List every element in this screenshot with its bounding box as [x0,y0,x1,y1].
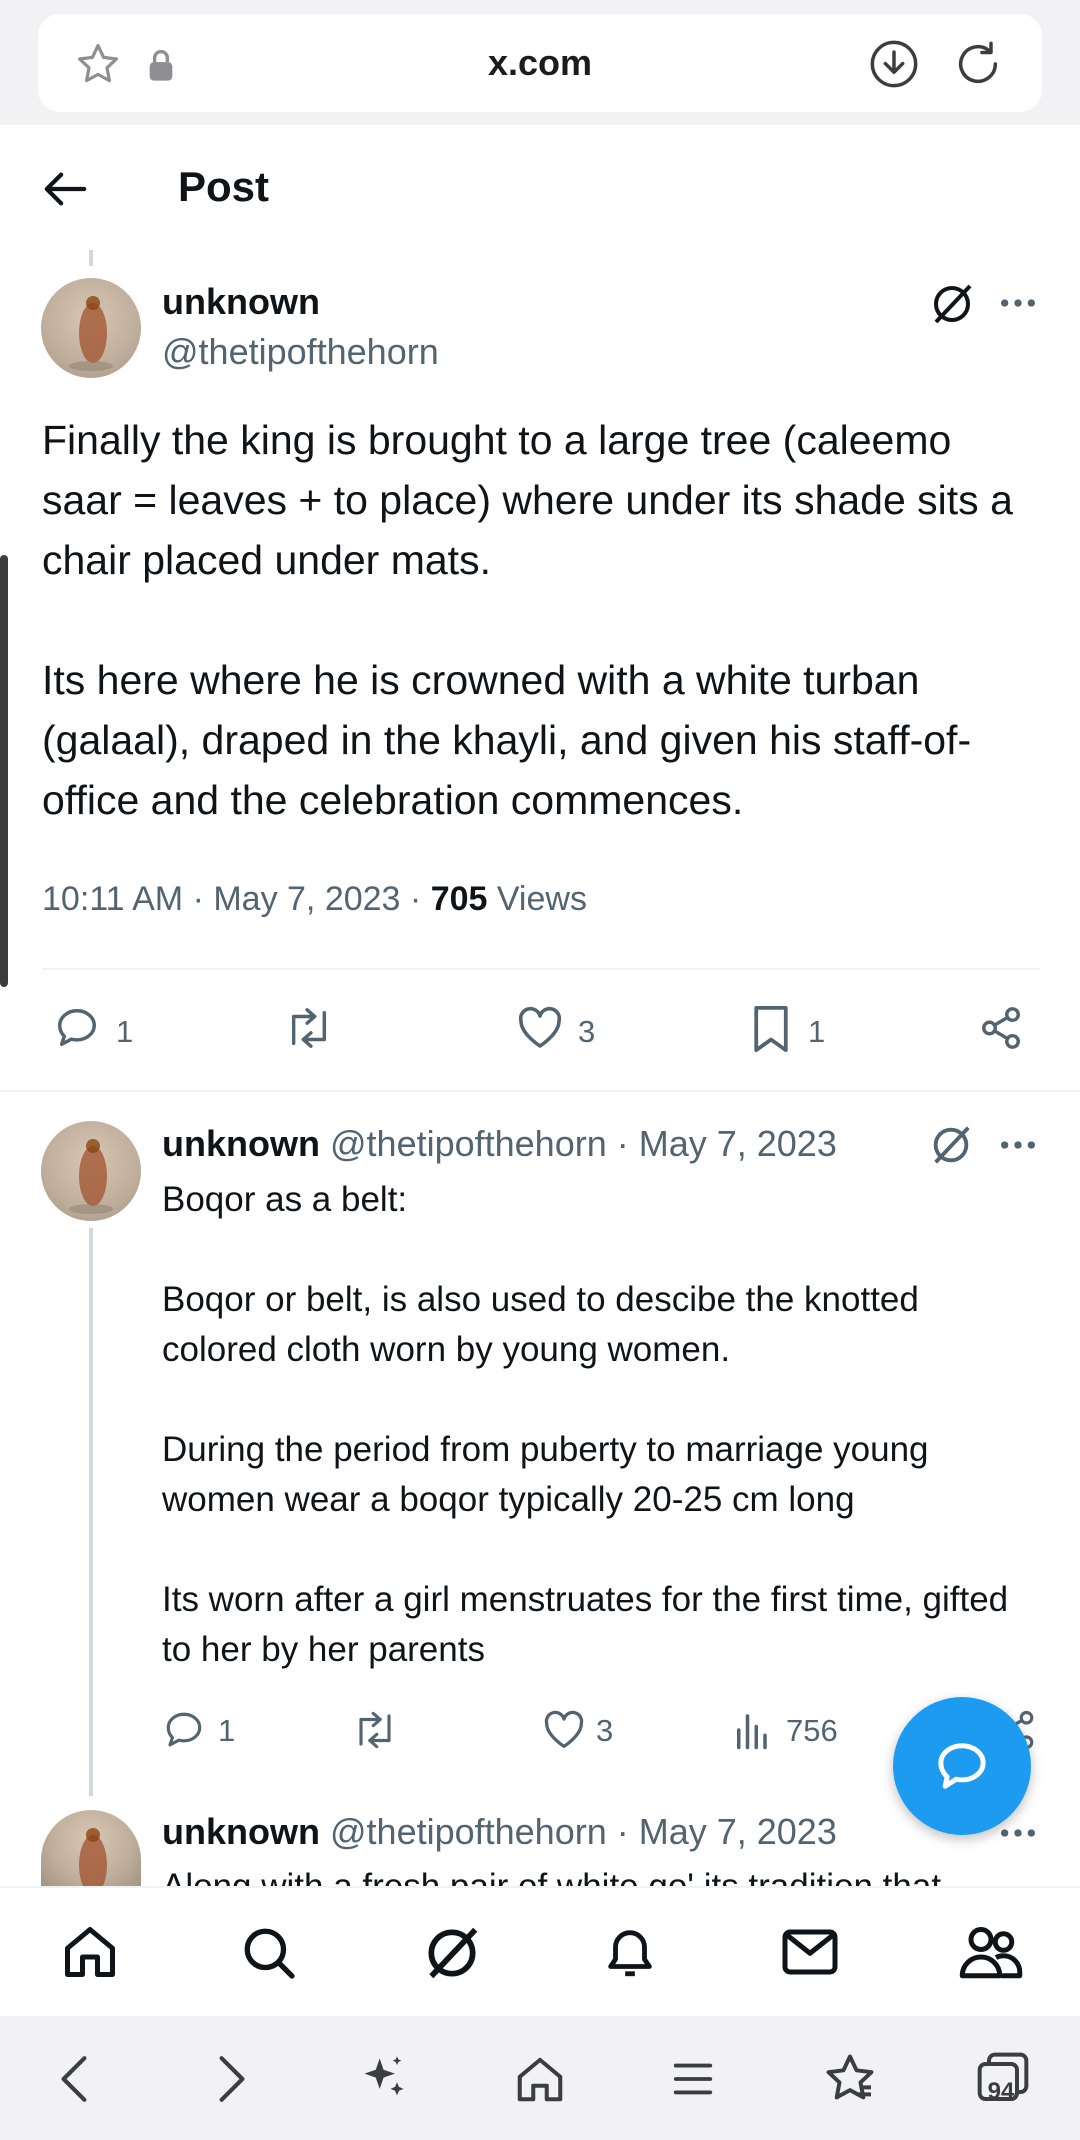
post-timestamp[interactable]: 10:11 AM · May 7, 2023 · [42,880,431,918]
browser-toolbar: x.com [0,0,1080,125]
grok-icon[interactable] [928,280,976,328]
reply-author-line: unknown @thetipofthehorn · May 7, 2023 [162,1123,837,1165]
repost-icon[interactable] [350,1709,400,1751]
avatar[interactable] [41,1121,141,1221]
browser-forward-icon[interactable] [214,2054,250,2104]
reply-count: 1 [218,1713,236,1748]
page-title: Post [178,163,270,210]
app-bottom-nav [0,1886,1080,2016]
author-handle[interactable]: @thetipofthehorn [162,331,439,373]
reply-icon[interactable] [54,1005,100,1051]
grok-icon[interactable] [928,1122,974,1168]
more-options-icon[interactable] [998,1128,1038,1162]
post-text: Finally the king is brought to a large t… [42,417,1013,823]
home-icon[interactable] [60,1922,120,1982]
favorites-icon[interactable] [822,2050,878,2106]
post-header: Post [0,125,1080,250]
author-name[interactable]: unknown [162,281,320,323]
scroll-indicator [0,555,8,987]
divider [0,1090,1080,1092]
download-icon[interactable] [868,38,920,90]
author-name[interactable]: unknown [162,1811,320,1852]
views-label: Views [487,880,587,918]
search-icon[interactable] [240,1924,298,1982]
avatar[interactable] [41,1810,141,1886]
notifications-icon[interactable] [601,1922,659,1982]
post-meta: 10:11 AM · May 7, 2023 · 705 Views [42,880,587,919]
new-message-button[interactable] [893,1697,1031,1835]
bookmark-icon[interactable] [752,1003,790,1055]
share-icon[interactable] [978,1004,1024,1052]
bookmark-count: 1 [808,1014,826,1049]
browser-back-icon[interactable] [56,2054,92,2104]
author-handle-date[interactable]: @thetipofthehorn · May 7, 2023 [330,1123,837,1164]
repost-icon[interactable] [281,1005,337,1051]
ai-sparkle-icon[interactable] [358,2052,410,2104]
author-handle-date[interactable]: @thetipofthehorn · May 7, 2023 [330,1811,837,1852]
grok-icon[interactable] [421,1922,483,1984]
views-icon[interactable] [732,1709,770,1751]
thread-connector [89,250,93,266]
communities-icon[interactable] [958,1922,1024,1982]
reload-icon[interactable] [952,38,1004,90]
more-options-icon[interactable] [998,1816,1038,1850]
tab-count: 94 [987,2078,1015,2105]
messages-icon[interactable] [780,1924,840,1980]
browser-bottom-toolbar: 94 [0,2016,1080,2140]
views-count: 756 [786,1713,838,1748]
avatar[interactable] [41,278,141,378]
reply-author-line: unknown @thetipofthehorn · May 7, 2023 [162,1811,837,1853]
like-icon[interactable] [542,1710,586,1750]
menu-icon[interactable] [670,2056,716,2102]
browser-home-icon[interactable] [512,2052,568,2106]
chat-bubble-icon [935,1741,989,1791]
reply-icon[interactable] [163,1709,205,1751]
back-arrow-icon[interactable] [42,169,88,209]
like-icon[interactable] [516,1006,564,1050]
more-options-icon[interactable] [998,286,1038,320]
views-count: 705 [430,880,488,918]
reply-count: 1 [116,1014,134,1049]
like-count: 3 [578,1014,596,1049]
divider [42,968,1040,970]
address-bar[interactable]: x.com [38,14,1042,112]
thread-connector [89,1228,93,1796]
author-name[interactable]: unknown [162,1123,320,1164]
reply-text: Boqor as a belt: Boqor or belt, is also … [162,1180,1009,1669]
reply-text: Along with a fresh pair of white go' its… [162,1862,1022,1886]
like-count: 3 [596,1713,614,1748]
